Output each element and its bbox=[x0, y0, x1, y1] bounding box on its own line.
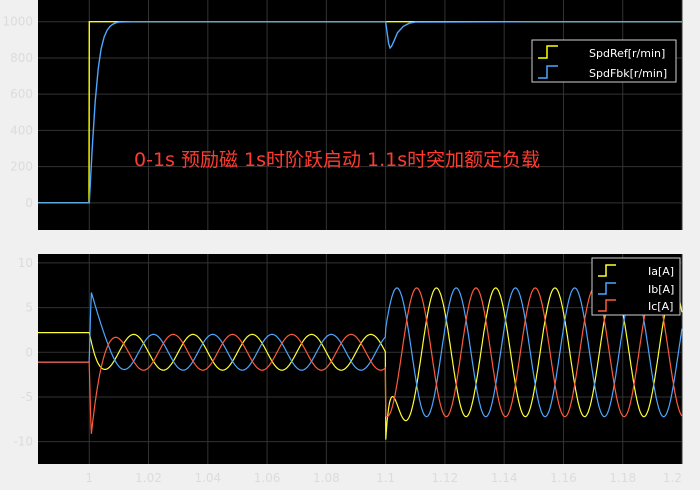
legend-label-ib: Ib[A] bbox=[648, 283, 674, 296]
annotation-text: 0-1s 预励磁 1s时阶跃启动 1.1s时突加额定负载 bbox=[134, 149, 540, 171]
x-tick-label: 1.14 bbox=[491, 471, 518, 485]
legend-label-ia: Ia[A] bbox=[648, 265, 674, 278]
x-tick-labels: 1 1.02 1.04 1.06 1.08 1.1 1.12 1.14 1.16 1.18 1.2 bbox=[85, 471, 682, 485]
top-y-tick-label: 800 bbox=[10, 51, 33, 65]
x-tick-label: 1.12 bbox=[432, 471, 459, 485]
x-tick-label: 1.08 bbox=[313, 471, 340, 485]
x-tick-label: 1.02 bbox=[135, 471, 162, 485]
top-y-tick-label: 0 bbox=[25, 196, 33, 210]
legend-label-ic: Ic[A] bbox=[648, 300, 673, 313]
x-tick-label: 1.04 bbox=[194, 471, 221, 485]
bottom-legend[interactable]: Ia[A] Ib[A] Ic[A] bbox=[591, 257, 681, 316]
top-y-tick-label: 400 bbox=[10, 123, 33, 137]
top-y-tick-label: 1000 bbox=[2, 15, 33, 29]
bottom-y-tick-labels: -10 -5 0 5 10 bbox=[13, 256, 33, 449]
top-y-tick-label: 200 bbox=[10, 160, 33, 174]
bottom-y-tick-label: 5 bbox=[25, 301, 33, 315]
legend-label-spdfbk: SpdFbk[r/min] bbox=[589, 67, 667, 80]
x-tick-label: 1.06 bbox=[254, 471, 281, 485]
figure: 0 200 400 600 800 1000 0-1s 预励磁 1s时阶跃启动 1.1s时… bbox=[2, 0, 683, 485]
top-y-tick-label: 600 bbox=[10, 87, 33, 101]
x-tick-label: 1.16 bbox=[550, 471, 577, 485]
top-y-tick-labels: 0 200 400 600 800 1000 bbox=[2, 15, 33, 210]
bottom-y-tick-label: 10 bbox=[18, 256, 33, 270]
bottom-y-tick-label: 0 bbox=[25, 345, 33, 359]
legend-label-spdref: SpdRef[r/min] bbox=[589, 47, 665, 60]
bottom-y-tick-label: -5 bbox=[21, 390, 33, 404]
x-tick-label: 1.2 bbox=[663, 471, 682, 485]
x-tick-label: 1.1 bbox=[376, 471, 395, 485]
x-tick-label: 1.18 bbox=[609, 471, 636, 485]
x-tick-label: 1 bbox=[85, 471, 93, 485]
top-axes-background bbox=[38, 0, 682, 230]
bottom-y-tick-label: -10 bbox=[13, 435, 33, 449]
top-legend[interactable]: SpdRef[r/min] SpdFbk[r/min] bbox=[531, 39, 677, 83]
